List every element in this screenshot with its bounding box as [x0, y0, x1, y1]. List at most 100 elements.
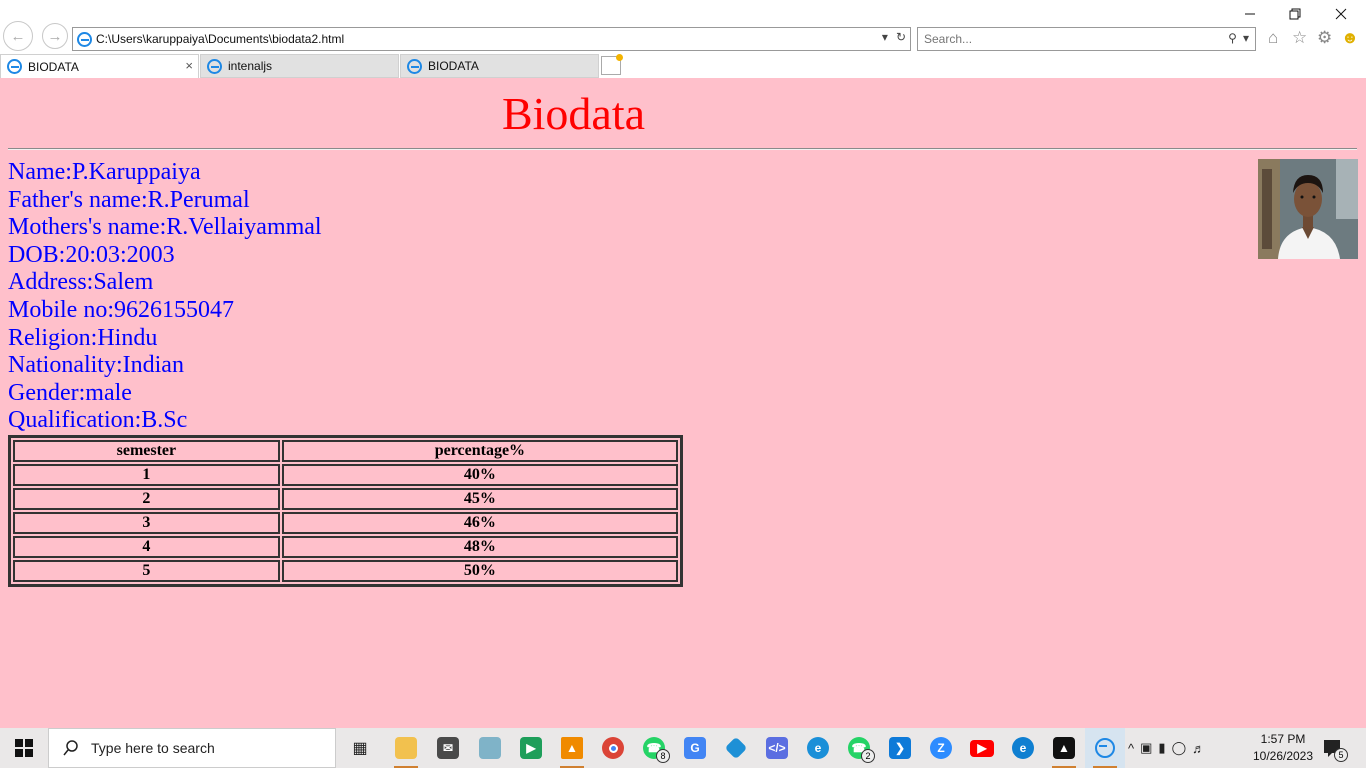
close-icon — [1335, 8, 1347, 20]
page-content: Biodata Name:P.Karuppaiya Father's name:… — [0, 78, 1366, 728]
table-row: 2 45% — [13, 488, 678, 510]
restore-button[interactable] — [1272, 0, 1318, 28]
back-button[interactable]: ← — [3, 21, 33, 51]
detail-name: Name:P.Karuppaiya — [8, 159, 201, 185]
favorites-star-icon[interactable]: ☆ — [1292, 28, 1307, 48]
diamond-app-icon — [724, 736, 748, 760]
notification-center-button[interactable]: 5 — [1322, 736, 1348, 762]
horizontal-rule — [8, 148, 1357, 150]
taskbar-meet[interactable]: ▶ — [511, 728, 551, 768]
taskbar-zoom[interactable]: Z — [921, 728, 961, 768]
cell-percentage: 46% — [281, 512, 678, 534]
taskbar-vlc[interactable]: ▲ — [552, 728, 592, 768]
cell-percentage: 45% — [281, 488, 678, 510]
system-tray: ^ ▣ ▮ ◯ ♬ — [1128, 728, 1205, 768]
edge-icon: e — [1012, 737, 1034, 759]
minimize-icon — [1245, 13, 1255, 15]
taskbar-vscode[interactable]: ❯ — [880, 728, 920, 768]
detail-religion: Religion:Hindu — [8, 324, 158, 351]
home-icon[interactable]: ⌂ — [1268, 28, 1278, 48]
page-favicon-icon — [77, 31, 92, 47]
mail-icon: ✉ — [437, 737, 459, 759]
taskbar-app-generic[interactable] — [470, 728, 510, 768]
tab-label: BIODATA — [428, 59, 479, 73]
clock-date: 10/26/2023 — [1252, 749, 1314, 763]
new-tab-icon[interactable] — [601, 54, 623, 75]
forward-button[interactable]: → — [42, 23, 68, 49]
taskbar-file-explorer[interactable] — [386, 728, 426, 768]
window-titlebar — [0, 0, 1366, 26]
taskbar-edge-2[interactable]: e — [1003, 728, 1043, 768]
battery-icon[interactable]: ▮ — [1158, 740, 1165, 756]
restore-icon — [1289, 8, 1301, 20]
cell-semester: 3 — [13, 512, 280, 534]
semester-percentage-table: semester percentage% 1 40% 2 45% 3 46% 4… — [8, 435, 683, 587]
vlc-cone-icon: ▲ — [561, 737, 583, 759]
taskbar-youtube[interactable]: ▶ — [962, 728, 1002, 768]
refresh-icon[interactable]: ↻ — [896, 30, 906, 44]
search-dropdown-icon[interactable]: ▾ — [1243, 31, 1249, 45]
video-camera-icon: ▶ — [520, 737, 542, 759]
detail-mother-name: Mothers's name:R.Vellaiyammal — [8, 214, 322, 241]
cell-semester: 5 — [13, 560, 280, 582]
table-row: 1 40% — [13, 464, 678, 486]
address-dropdown-icon[interactable]: ▾ — [882, 30, 888, 44]
taskbar-translate[interactable]: G — [675, 728, 715, 768]
address-text[interactable]: C:\Users\karuppaiya\Documents\biodata2.h… — [96, 32, 344, 46]
cell-semester: 4 — [13, 536, 280, 558]
tab-biodata[interactable]: BIODATA — [400, 54, 599, 78]
ie-icon — [1095, 738, 1115, 758]
volume-icon[interactable]: ♬ — [1192, 741, 1205, 756]
task-view-icon: ▦ — [352, 740, 368, 757]
windows-taskbar: Type here to search ▦ ✉ ▶ ▲ ☎ 8 G </> e … — [0, 728, 1366, 768]
smiley-feedback-icon[interactable]: ☻ — [1341, 28, 1359, 48]
detail-father-name: Father's name:R.Perumal — [8, 186, 250, 213]
tab-label: BIODATA — [28, 59, 79, 74]
start-button[interactable] — [0, 728, 48, 768]
tab-label: intenaljs — [228, 59, 273, 73]
close-window-button[interactable] — [1318, 0, 1364, 28]
browser-search-input[interactable] — [924, 32, 1204, 46]
detail-gender: Gender:male — [8, 379, 132, 406]
browser-search-box[interactable]: ⚲ ▾ — [917, 27, 1256, 51]
search-icon[interactable]: ⚲ — [1228, 31, 1237, 45]
search-icon — [63, 740, 78, 756]
taskbar-search-box[interactable]: Type here to search — [48, 728, 336, 768]
tab-close-icon[interactable]: × — [185, 58, 193, 73]
notification-badge: 2 — [861, 749, 875, 763]
taskbar-whatsapp[interactable]: ☎ 8 — [634, 728, 674, 768]
meet-now-icon[interactable]: ▣ — [1140, 740, 1152, 756]
taskbar-whatsapp-2[interactable]: ☎ 2 — [839, 728, 879, 768]
network-globe-icon[interactable]: ◯ — [1172, 740, 1187, 756]
taskbar-search-placeholder: Type here to search — [91, 740, 215, 756]
taskbar-internet-explorer[interactable] — [1085, 728, 1125, 768]
ie-tab-icon — [407, 58, 422, 74]
chrome-icon — [602, 737, 624, 759]
page-title: Biodata — [501, 88, 646, 139]
arrow-right-icon: → — [47, 27, 63, 45]
settings-gear-icon[interactable]: ⚙ — [1317, 28, 1332, 48]
personal-details-list: Name:P.Karuppaiya Father's name:R.Peruma… — [8, 159, 322, 435]
photos-icon: ▲ — [1053, 737, 1075, 759]
taskbar-chrome[interactable] — [593, 728, 633, 768]
chevron-up-icon[interactable]: ^ — [1128, 741, 1134, 756]
folder-icon — [395, 737, 417, 759]
tab-biodata-active[interactable]: BIODATA × — [0, 54, 199, 78]
youtube-icon: ▶ — [970, 739, 994, 757]
taskbar-edge[interactable]: e — [798, 728, 838, 768]
profile-photo — [1258, 159, 1358, 259]
taskbar-app-diamond[interactable] — [716, 728, 756, 768]
taskbar-mail[interactable]: ✉ — [428, 728, 468, 768]
table-row: 4 48% — [13, 536, 678, 558]
taskbar-photos[interactable]: ▲ — [1044, 728, 1084, 768]
detail-nationality: Nationality:Indian — [8, 352, 184, 379]
address-bar[interactable]: C:\Users\karuppaiya\Documents\biodata2.h… — [72, 27, 911, 51]
vscode-icon: ❯ — [889, 737, 911, 759]
zoom-icon: Z — [930, 737, 952, 759]
tab-intenaljs[interactable]: intenaljs — [200, 54, 399, 78]
taskbar-clock[interactable]: 1:57 PM 10/26/2023 — [1248, 731, 1318, 765]
taskbar-code-app[interactable]: </> — [757, 728, 797, 768]
task-view-button[interactable]: ▦ — [340, 728, 380, 768]
minimize-button[interactable] — [1227, 0, 1273, 28]
windows-logo-icon — [15, 739, 33, 757]
